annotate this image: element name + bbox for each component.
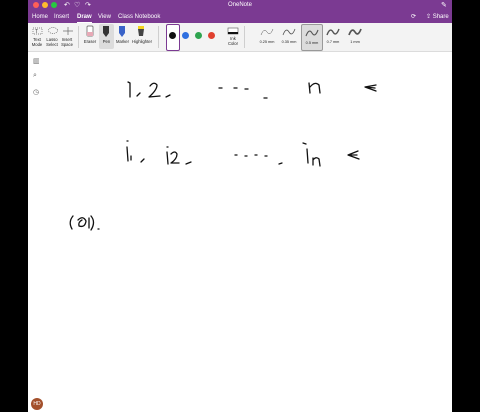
pen-label: Pen <box>102 39 111 44</box>
ink-comma <box>140 158 145 163</box>
search-icon[interactable]: ⌕ <box>33 72 37 80</box>
ink-stroke-i1 <box>126 140 132 162</box>
color-swatch[interactable] <box>208 32 215 39</box>
share-label: Share <box>432 14 449 20</box>
ink-stroke-i2 <box>166 146 180 165</box>
highlighter-icon[interactable] <box>136 25 146 38</box>
share-button[interactable]: ⇪ Share <box>426 13 449 20</box>
avatar[interactable]: HD <box>31 398 43 410</box>
color-swatch[interactable] <box>169 32 176 39</box>
eraser-icon[interactable] <box>85 25 95 38</box>
ink-color-icon[interactable] <box>227 27 239 35</box>
insert-space-label: Insert Space <box>61 37 73 47</box>
ink-stroke-in <box>302 142 321 167</box>
ink-dots <box>218 87 249 90</box>
ink-stroke-n <box>308 82 321 94</box>
sync-icon[interactable]: ⟳ <box>411 13 416 20</box>
thickness-option[interactable]: 0.35 mm <box>279 24 299 49</box>
ink-comma <box>278 162 283 165</box>
note-canvas[interactable] <box>45 52 452 412</box>
window-title: OneNote <box>227 2 252 8</box>
ink-comma <box>136 92 141 97</box>
thickness-option[interactable]: 0.25 mm <box>257 24 277 49</box>
ink-stroke-1 <box>127 81 131 98</box>
pen-icon[interactable]: ✎ <box>441 1 447 10</box>
color-swatch[interactable] <box>195 32 202 39</box>
thickness-label: 0.35 mm <box>281 40 297 44</box>
thickness-option[interactable]: 1 mm <box>345 24 365 49</box>
ink-arrow <box>364 84 377 92</box>
thickness-option[interactable]: 0.5 mm <box>301 24 323 51</box>
ink-arrow <box>347 150 360 160</box>
tab-insert[interactable]: Insert <box>54 12 69 22</box>
color-swatch[interactable] <box>182 32 189 39</box>
tab-view[interactable]: View <box>98 12 111 22</box>
ink-stroke-2 <box>148 82 161 98</box>
pen-tool-icon <box>103 26 109 37</box>
thickness-label: 1 mm <box>350 40 360 44</box>
stroke-preview-icon <box>282 28 296 36</box>
title-bar: ↶ ♡ ↷ OneNote ✎ <box>28 0 452 11</box>
tab-class-notebook[interactable]: Class Notebook <box>118 12 160 22</box>
ink-dots <box>234 154 268 157</box>
thickness-label: 0.7 mm <box>326 40 340 44</box>
ink-drawing <box>69 81 377 231</box>
ink-stroke-a <box>69 215 100 231</box>
thickness-option[interactable]: 0.7 mm <box>323 24 343 49</box>
recent-icon[interactable]: ◷ <box>33 88 39 96</box>
draw-ribbon: T Text Mode Lasso Select Insert Space Er… <box>28 23 452 52</box>
eraser-label: Eraser <box>83 39 97 44</box>
thickness-label: 0.25 mm <box>259 40 275 44</box>
insert-space-icon[interactable] <box>62 26 74 36</box>
lasso-select-label: Lasso Select <box>46 37 58 47</box>
lasso-select-icon[interactable] <box>47 26 59 36</box>
svg-text:T: T <box>35 29 38 35</box>
tab-draw[interactable]: Draw <box>77 12 92 23</box>
stroke-preview-icon <box>348 28 362 36</box>
text-mode-icon[interactable]: T <box>32 26 44 36</box>
ribbon-tabs: Home Insert Draw View Class Notebook ⟳ ⇪… <box>28 11 452 23</box>
ribbon-divider <box>244 26 245 48</box>
marker-icon[interactable] <box>117 25 127 38</box>
text-mode-label: Text Mode <box>31 37 43 47</box>
highlighter-label: Highlighter <box>131 39 153 44</box>
ink-comma <box>165 94 171 98</box>
ribbon-divider <box>78 26 79 48</box>
onenote-window: ↶ ♡ ↷ OneNote ✎ Home Insert Draw View Cl… <box>28 0 452 412</box>
ink-color-label: Ink Color <box>227 36 238 46</box>
stroke-preview-icon <box>260 28 274 36</box>
stroke-preview-icon <box>305 29 319 37</box>
ribbon-divider <box>158 26 159 48</box>
marker-label: Marker <box>115 39 130 44</box>
thickness-label: 0.5 mm <box>305 41 319 45</box>
stroke-preview-icon <box>326 28 340 36</box>
ink-comma <box>185 161 192 165</box>
notebooks-icon[interactable]: ▥ <box>33 57 40 65</box>
navigation-sidebar: ▥ ⌕ ◷ <box>28 52 46 412</box>
tab-home[interactable]: Home <box>32 12 48 22</box>
